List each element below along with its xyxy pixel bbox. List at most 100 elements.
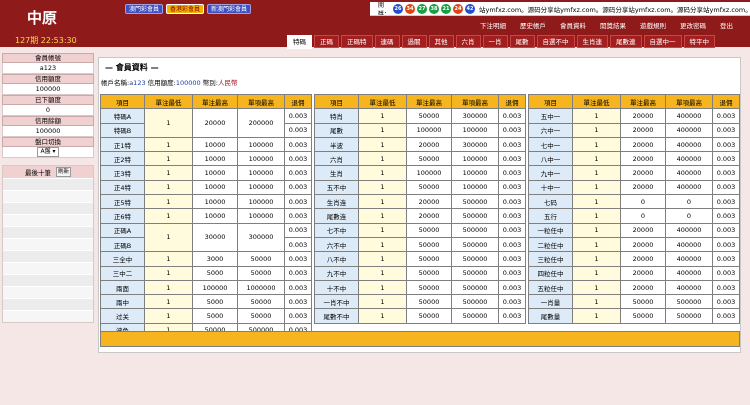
item-cell: 400000 [665, 265, 713, 281]
max-cell: 10000 [192, 151, 238, 167]
item-cell: 300000 [451, 136, 499, 153]
market-tab[interactable]: 澳門彩會員 [125, 4, 164, 14]
row-label: 七不中 [314, 222, 359, 238]
table-row: 六中一 1 20000 400000 0.003 [528, 122, 740, 138]
game-tab[interactable]: 其他 [428, 35, 454, 48]
row-label: 十不中 [314, 279, 359, 296]
row-label: 五不中 [314, 179, 359, 196]
list-item [3, 202, 93, 214]
top-link[interactable]: 下注明細 [473, 20, 513, 30]
refresh-button[interactable]: 刷新 [55, 167, 71, 177]
table-row: 尾數不中 1 50000 500000 0.003 [314, 308, 526, 324]
min-cell: 1 [572, 294, 621, 310]
item-cell: 500000 [451, 279, 499, 296]
market-select[interactable]: A盤 ▾ [37, 147, 59, 157]
game-tab[interactable]: 尾數連 [610, 35, 642, 48]
result-ball: 24 [453, 3, 463, 14]
table-row: 五不中 1 50000 100000 0.003 [314, 179, 526, 196]
top-link[interactable]: 開獎結果 [593, 20, 633, 30]
result-ball: 27 [417, 3, 427, 14]
column-header: 項目 [528, 93, 573, 110]
top-link[interactable]: 歷史帳戶 [513, 20, 553, 30]
table-row: 半波 1 20000 300000 0.003 [314, 136, 526, 153]
limits-table-2: 項目 單注最低 單注最高 單項最高 退佣 特肖 1 50000 300000 0.003 尾數 1 10… [314, 93, 526, 324]
top-link[interactable]: 更改密碼 [673, 20, 713, 30]
top-link[interactable]: 會員資料 [553, 20, 593, 30]
game-tab[interactable]: 正碼 [314, 35, 339, 48]
item-cell: 50000 [237, 251, 285, 267]
min-cell: 1 [358, 236, 407, 253]
min-cell: 1 [358, 251, 407, 267]
game-tab[interactable]: 一肖 [482, 35, 508, 48]
row-label: 七码 [528, 194, 573, 210]
bet-label: 已下額度 [2, 95, 94, 105]
max-cell: 50000 [620, 308, 666, 324]
table-row: 五粒任中 1 20000 400000 0.003 [528, 279, 740, 296]
max-cell: 50000 [406, 222, 452, 238]
game-tab[interactable]: 六肖 [455, 35, 481, 48]
list-item [3, 286, 93, 298]
market-tab[interactable]: 香港彩會員 [166, 4, 205, 14]
row-label: 七中一 [528, 136, 573, 153]
min-cell: 1 [572, 208, 621, 224]
min-cell: 1 [144, 165, 193, 181]
row-label: 特碼A [100, 108, 145, 124]
result-ball: 38 [429, 3, 439, 14]
balance-label: 信用餘額 [2, 116, 94, 126]
top-link[interactable]: 遊戲規則 [633, 20, 673, 30]
column-header: 單注最低 [358, 93, 407, 110]
rebate-cell: 0.003 [712, 194, 740, 210]
game-tab[interactable]: 自選不中 [536, 35, 575, 48]
max-cell: 20000 [620, 165, 666, 181]
column-header: 項目 [100, 93, 145, 110]
game-tab[interactable]: 自選中一 [643, 35, 682, 48]
item-cell: 500000 [665, 294, 713, 310]
rebate-cell: 0.003 [498, 179, 526, 196]
column-header: 單注最高 [620, 93, 666, 110]
game-tab[interactable]: 特平中 [683, 35, 715, 48]
item-cell: 500000 [451, 251, 499, 267]
item-cell: 300000 [237, 222, 285, 253]
row-label: 生肖连 [314, 194, 359, 210]
min-cell: 1 [358, 294, 407, 310]
game-tab[interactable]: 特碼 [287, 35, 312, 49]
game-tab[interactable]: 過關 [401, 35, 427, 48]
sidebar: 會員帳號 a123 信用額度 100000 已下額度 0 信用餘額 100000… [2, 53, 94, 323]
min-cell: 1 [144, 222, 193, 253]
rebate-cell: 0.003 [712, 151, 740, 167]
table-row: 五中一 1 20000 400000 0.003 [528, 108, 740, 124]
row-label: 尾數连 [314, 208, 359, 224]
table-row: 兩中 1 5000 50000 0.003 [100, 294, 312, 310]
list-item [3, 190, 93, 202]
row-label: 半波 [314, 136, 359, 153]
market-tabs: 澳門彩會員 香港彩會員 新澳門彩會員 [125, 4, 252, 14]
lottery-results-bar: 開獎： 26 34 27 38 21 24 42 站ymfxz.com。源码分享站ymfxz… [370, 2, 750, 16]
min-cell: 1 [358, 165, 407, 181]
column-header: 單項最高 [451, 93, 499, 110]
account-value: a123 [2, 63, 94, 74]
row-label: 十中一 [528, 179, 573, 196]
top-link[interactable]: 登出 [713, 20, 740, 30]
table-row: 九中一 1 20000 400000 0.003 [528, 165, 740, 181]
game-tab[interactable]: 連碼 [374, 35, 400, 48]
table-row: 正6特 1 10000 100000 0.003 [100, 208, 312, 224]
min-cell: 1 [144, 265, 193, 281]
game-tab[interactable]: 生肖連 [576, 35, 608, 48]
item-cell: 100000 [451, 151, 499, 167]
item-cell: 500000 [665, 308, 713, 324]
item-cell: 100000 [237, 194, 285, 210]
game-tab[interactable]: 正碼特 [341, 35, 373, 48]
market-tab[interactable]: 新澳門彩會員 [207, 4, 252, 14]
rebate-cell: 0.003 [712, 108, 740, 124]
rebate-cell: 0.003 [712, 208, 740, 224]
max-cell: 20000 [620, 279, 666, 296]
column-header: 單注最高 [406, 93, 452, 110]
table-row: 特碼A 1 20000 200000 0.003 [100, 108, 312, 138]
market-switch: A盤 ▾ [2, 147, 94, 158]
acct-name-label: 帳戶名稱: [101, 79, 130, 87]
game-tab[interactable]: 尾數 [509, 35, 535, 48]
min-cell: 1 [572, 265, 621, 281]
rebate-cell: 0.003 [498, 294, 526, 310]
row-label: 三全中 [100, 251, 145, 267]
max-cell: 50000 [406, 251, 452, 267]
